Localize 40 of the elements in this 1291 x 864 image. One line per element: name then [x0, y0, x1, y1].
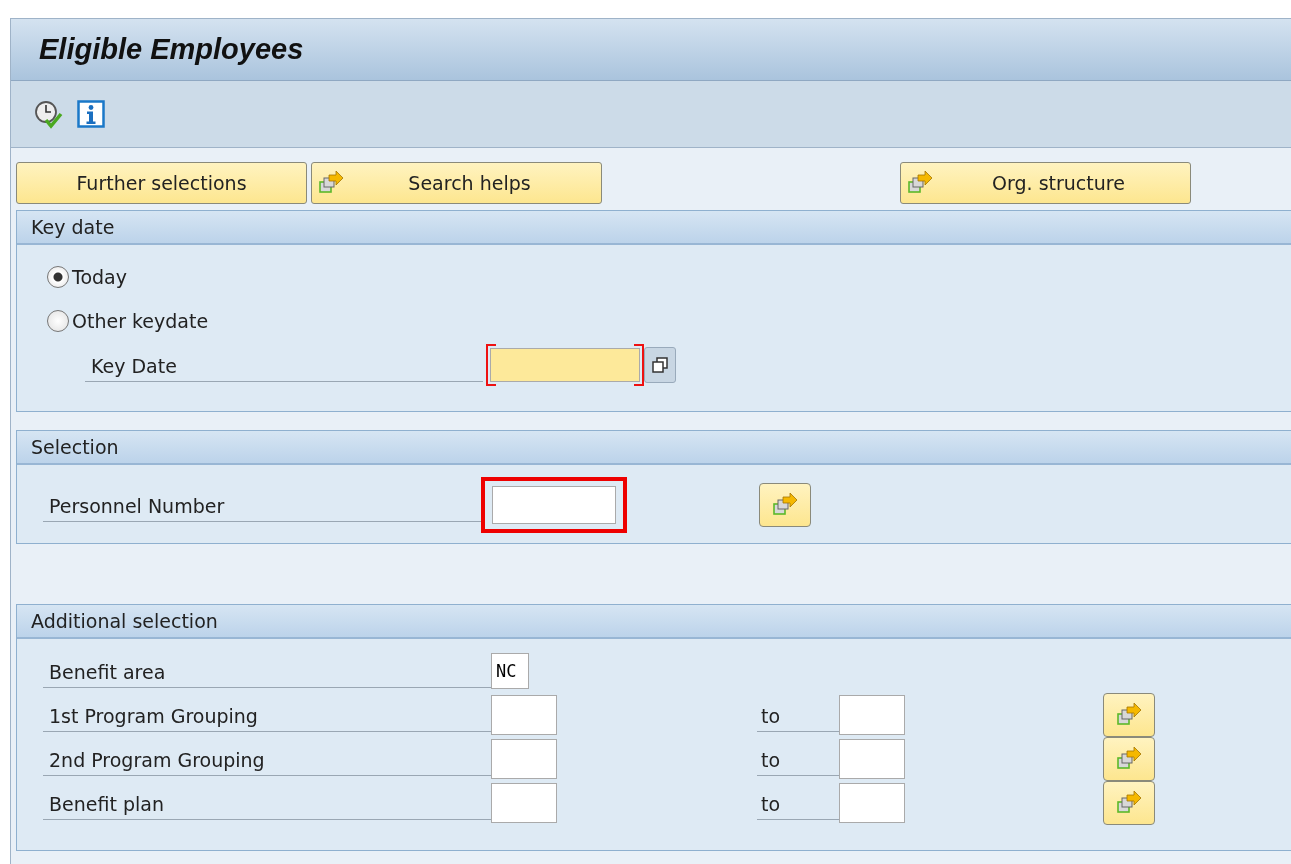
- group-title: Selection: [31, 436, 119, 458]
- multiple-selection-button[interactable]: [1103, 693, 1155, 737]
- arrow-out-icon: [318, 170, 344, 196]
- multiple-selection-button[interactable]: [759, 483, 811, 527]
- arrow-out-icon: [772, 492, 798, 518]
- text-button[interactable]: Further selections: [16, 162, 307, 204]
- field-label: 1st Program Grouping: [43, 698, 491, 732]
- multiple-selection-button[interactable]: [1103, 781, 1155, 825]
- arrow-out-icon: [1116, 746, 1142, 772]
- personnel-number-field[interactable]: [481, 477, 627, 533]
- date-field[interactable]: [486, 344, 644, 386]
- execute-clock-icon[interactable]: [33, 99, 63, 129]
- input-field[interactable]: [491, 783, 557, 823]
- input-field[interactable]: [491, 739, 557, 779]
- field-label: 2nd Program Grouping: [43, 742, 491, 776]
- field-label: Benefit area: [43, 654, 491, 688]
- icon-text-button[interactable]: Search helps: [311, 162, 602, 204]
- input-field[interactable]: [491, 695, 557, 735]
- input-field[interactable]: NC: [491, 653, 529, 689]
- info-icon[interactable]: [77, 100, 105, 128]
- icon-text-button[interactable]: Org. structure: [900, 162, 1191, 204]
- radio-label[interactable]: Today: [72, 266, 127, 288]
- arrow-out-icon: [1116, 790, 1142, 816]
- radio-button[interactable]: [47, 266, 69, 288]
- window-title: Eligible Employees: [39, 33, 304, 66]
- radio-label[interactable]: Other keydate: [72, 310, 209, 332]
- group-title: Additional selection: [31, 610, 218, 632]
- field-label: Personnel Number: [43, 488, 483, 522]
- value-help-button[interactable]: [644, 347, 676, 383]
- arrow-out-icon: [907, 170, 933, 196]
- field-label: Key Date: [85, 348, 483, 382]
- input-field[interactable]: [839, 739, 905, 779]
- field-label: Benefit plan: [43, 786, 491, 820]
- copy-icon: [651, 356, 669, 374]
- multiple-selection-button[interactable]: [1103, 737, 1155, 781]
- radio-button[interactable]: [47, 310, 69, 332]
- arrow-out-icon: [1116, 702, 1142, 728]
- input-field[interactable]: [839, 695, 905, 735]
- input-field[interactable]: [839, 783, 905, 823]
- group-title: Key date: [31, 216, 115, 238]
